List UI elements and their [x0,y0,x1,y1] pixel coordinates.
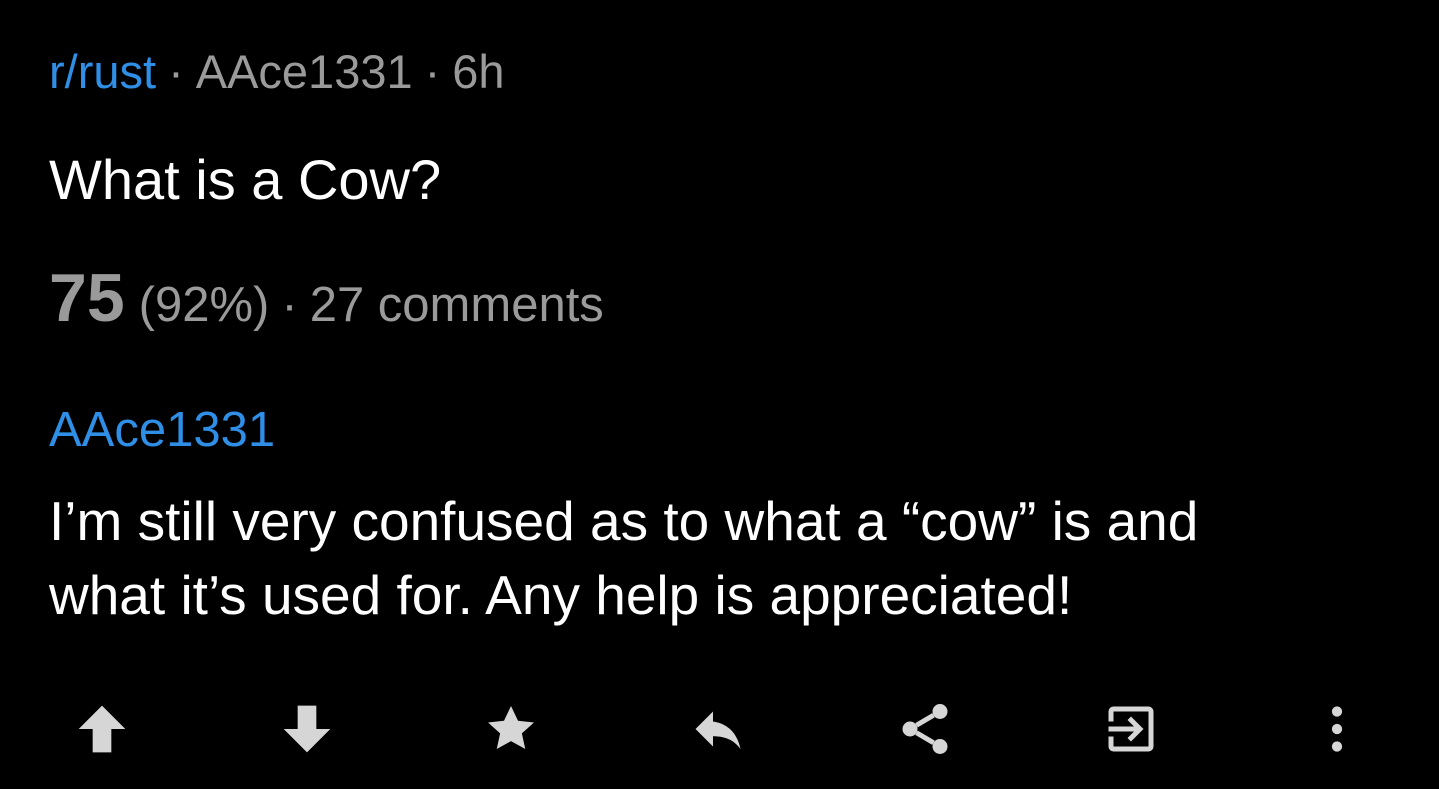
reply-button[interactable] [683,694,753,764]
post-body-line: I’m still very confused as to what a “co… [49,490,1199,552]
post-stats: 75 (92%) · 27 comments [49,262,604,353]
selftext-author-link[interactable]: AAce1331 [49,400,275,460]
more-vertical-icon [1331,706,1343,752]
upvote-button[interactable] [67,694,137,764]
downvote-icon [283,705,331,753]
post-age: 6h [452,45,505,98]
star-icon [488,706,534,750]
post-action-bar [0,694,1439,764]
upvote-icon [78,705,126,753]
post-meta: r/rust · AAce1331 · 6h [49,44,505,100]
save-button[interactable] [476,694,546,764]
meta-separator: · [168,45,184,98]
downvote-button[interactable] [272,694,342,764]
upvote-ratio: (92%) [138,278,270,332]
subreddit-link[interactable]: r/rust [49,45,156,98]
more-options-button[interactable] [1302,694,1372,764]
stats-separator: · [281,278,298,332]
meta-separator: · [424,45,441,98]
post-title: What is a Cow? [49,148,442,211]
comments-count[interactable]: 27 comments [310,278,604,332]
share-icon [902,704,948,754]
reply-icon [695,711,741,749]
post-score: 75 [49,260,125,336]
share-button[interactable] [890,694,960,764]
post-body-line: what it’s used for. Any help is apprecia… [49,564,1073,626]
open-external-icon [1108,706,1154,752]
open-link-button[interactable] [1096,694,1166,764]
post-body: I’m still very confused as to what a “co… [49,484,1349,632]
post-author-link[interactable]: AAce1331 [196,45,413,98]
